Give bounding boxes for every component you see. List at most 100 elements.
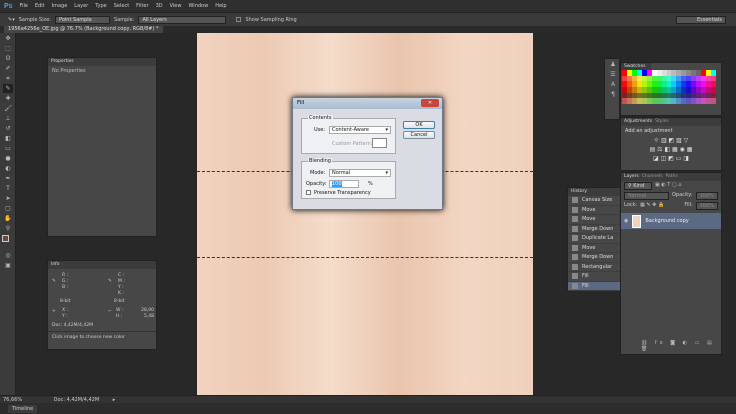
sample-size-select[interactable]: Point Sample <box>55 15 110 24</box>
timeline-tab[interactable]: Timeline <box>8 405 38 413</box>
menu-view[interactable]: View <box>170 3 182 9</box>
layer-footer-icons[interactable]: ⛓ fx ◙ ◐ ▭ ▤ 🗑 <box>641 340 721 352</box>
quick-mask-icon[interactable]: ◎ <box>3 251 13 260</box>
menu-help[interactable]: Help <box>215 3 226 9</box>
workspace-select[interactable]: Essentials <box>676 15 726 24</box>
info-hint: Click image to choose new color <box>52 335 125 340</box>
stamp-tool-icon[interactable]: ⊥ <box>3 114 13 123</box>
eraser-tool-icon[interactable]: ◧ <box>3 134 13 143</box>
menu-image[interactable]: Image <box>52 3 68 9</box>
swatch[interactable] <box>711 98 716 104</box>
properties-title: Properties <box>48 58 156 66</box>
document-tab[interactable]: 1956a4256e_OE.jpg @ 76.7% (Background co… <box>4 26 163 33</box>
healing-tool-icon[interactable]: ✚ <box>3 94 13 103</box>
shape-tool-icon[interactable]: ▢ <box>3 204 13 213</box>
quick-select-tool-icon[interactable]: ✐ <box>3 64 13 73</box>
info-h: 5,48 <box>143 314 154 319</box>
layer-fill-input[interactable]: 100% <box>695 202 718 210</box>
zoom-tool-icon[interactable]: ⚲ <box>3 224 13 233</box>
sample-select[interactable]: All Layers <box>138 15 227 24</box>
history-item[interactable]: Move <box>568 215 620 225</box>
history-state-icon <box>572 273 578 280</box>
menu-filter[interactable]: Filter <box>136 3 148 9</box>
history-item[interactable]: Duplicate La <box>568 234 620 244</box>
tab-adjustments[interactable]: Adjustments <box>624 119 652 124</box>
preserve-transparency-checkbox[interactable] <box>306 190 311 195</box>
history-item[interactable]: Canvas Size <box>568 196 620 206</box>
history-item[interactable]: Merge Down <box>568 253 620 263</box>
character-icon[interactable]: A <box>608 80 618 89</box>
blend-mode-select[interactable]: Normal <box>624 192 669 200</box>
cancel-button[interactable]: Cancel <box>403 131 435 139</box>
history-state-icon <box>572 206 578 213</box>
menu-window[interactable]: Window <box>188 3 208 9</box>
use-select[interactable]: Content-Aware ▾ <box>329 126 391 134</box>
menu-layer[interactable]: Layer <box>74 3 88 9</box>
history-item[interactable]: Fill <box>568 281 620 291</box>
tab-layers[interactable]: Layers <box>624 174 639 179</box>
blending-group: Blending Mode: Normal ▾ Opacity: 100 % Pr… <box>301 158 396 199</box>
path-select-tool-icon[interactable]: ➤ <box>3 194 13 203</box>
eyedropper-icon[interactable]: ✎▾ <box>8 17 15 23</box>
history-item-label: Rectangular <box>582 263 613 270</box>
gradient-tool-icon[interactable]: ▭ <box>3 144 13 153</box>
history-item[interactable]: Move <box>568 206 620 215</box>
type-tool-icon[interactable]: T <box>3 184 13 193</box>
dodge-tool-icon[interactable]: ◐ <box>3 164 13 173</box>
screen-mode-icon[interactable]: ▣ <box>3 261 13 270</box>
color-swatches[interactable] <box>2 235 13 249</box>
history-item[interactable]: Move <box>568 244 620 253</box>
pattern-picker[interactable] <box>372 138 387 148</box>
crosshair-icon: + <box>52 309 56 314</box>
tab-channels[interactable]: Channels <box>642 174 663 179</box>
history-item-label: Move <box>582 244 596 251</box>
menu-3d[interactable]: 3D <box>156 3 163 9</box>
history-item[interactable]: Rectangular <box>568 263 620 272</box>
menu-type[interactable]: Type <box>95 3 106 9</box>
history-item[interactable]: Merge Down <box>568 225 620 234</box>
opacity-value: 100 <box>332 181 342 187</box>
mode-select[interactable]: Normal ▾ <box>329 169 391 177</box>
layer-name[interactable]: Background copy <box>645 218 688 224</box>
menu-select[interactable]: Select <box>114 3 129 9</box>
info-wh: W :28,00 H :5,48 <box>116 308 154 320</box>
foreground-color[interactable] <box>2 235 9 242</box>
close-button[interactable]: ✕ <box>421 99 439 107</box>
menu-edit[interactable]: Edit <box>35 3 45 9</box>
opacity-input[interactable]: 100 <box>329 180 359 188</box>
history-item[interactable]: Fill <box>568 272 620 282</box>
brush-tool-icon[interactable]: 🖌 <box>3 104 13 113</box>
lock-icons[interactable]: ▦ ✎ ✥ 🔒 <box>640 202 664 210</box>
custom-pattern-label: Custom Pattern: <box>332 141 373 147</box>
history-item-label: Move <box>582 206 596 213</box>
move-tool-icon[interactable]: ✥ <box>3 34 13 43</box>
pen-tool-icon[interactable]: ✒ <box>3 174 13 183</box>
timeline-panel: Timeline <box>0 403 736 414</box>
eye-icon[interactable]: ◉ <box>624 218 628 224</box>
adjustment-icons[interactable]: ☼ ▥ ◩ ▨ ▽ ▤ ⚖ ◧ ▦ ◉ ▦ ◪ ◫ ◩ ▭ ◨ <box>621 136 721 163</box>
layer-opacity-input[interactable]: 100% <box>695 192 718 200</box>
percent-label: % <box>368 181 373 187</box>
menu-file[interactable]: File <box>20 3 28 9</box>
sliders-icon[interactable]: ☰ <box>608 70 618 79</box>
document-canvas[interactable] <box>197 33 533 395</box>
crop-tool-icon[interactable]: ⌗ <box>3 74 13 83</box>
show-ring-checkbox[interactable] <box>236 17 242 22</box>
history-brush-icon[interactable]: ↺ <box>3 124 13 133</box>
history-item-label: Merge Down <box>582 225 614 232</box>
paragraph-icon[interactable]: ¶ <box>608 90 618 99</box>
filter-icons[interactable]: ▣ ◐ T ▢ ⌂ <box>655 182 681 190</box>
kind-filter[interactable]: ⚲ Kind <box>624 182 652 190</box>
blur-tool-icon[interactable]: ● <box>3 154 13 163</box>
lasso-tool-icon[interactable]: ʘ <box>3 54 13 63</box>
layer-row[interactable]: ◉ Background copy <box>621 213 721 229</box>
menu-bar: Ps File Edit Image Layer Type Select Fil… <box>0 0 736 12</box>
swatches-grid[interactable] <box>622 70 716 104</box>
brush-preset-icon[interactable]: ♟ <box>608 60 618 69</box>
eyedropper-tool-icon[interactable]: ✎ <box>3 84 13 93</box>
tab-styles[interactable]: Styles <box>655 119 669 124</box>
hand-tool-icon[interactable]: ✋ <box>3 214 13 223</box>
ok-button[interactable]: OK <box>403 121 435 129</box>
tab-paths[interactable]: Paths <box>665 174 677 179</box>
marquee-tool-icon[interactable]: ⬚ <box>3 44 13 53</box>
